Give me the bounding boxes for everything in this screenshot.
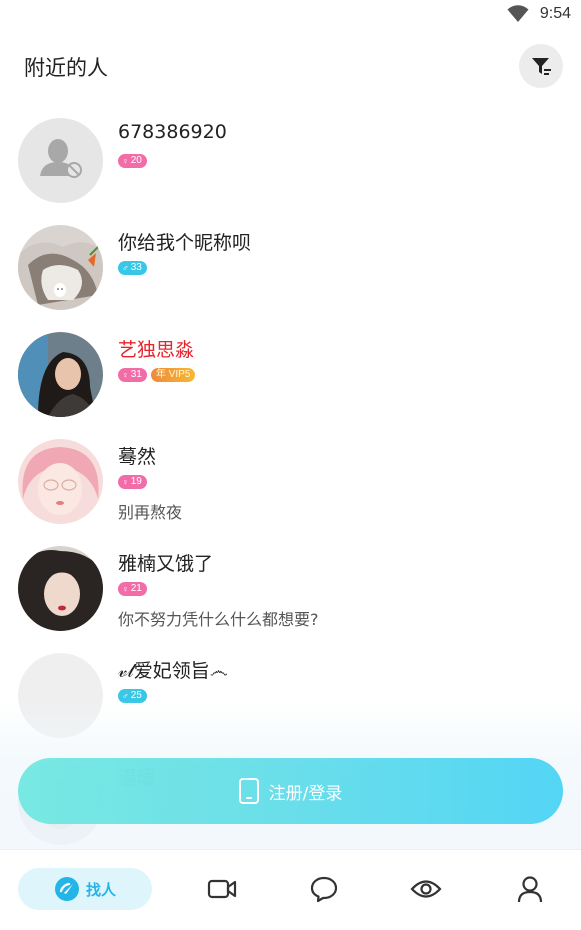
avatar[interactable]	[18, 439, 103, 524]
user-row[interactable]: 艺独思淼 ♀ 31 年 VIP5	[0, 322, 581, 429]
user-tags: ♀ 20	[118, 154, 147, 168]
page-title: 附近的人	[24, 56, 108, 80]
gender-age-badge: ♀ 19	[118, 475, 147, 489]
phone-icon	[238, 778, 259, 804]
female-icon: ♀	[122, 584, 129, 594]
user-name: 雅楠又饿了	[118, 553, 214, 575]
user-name: 蓦然	[118, 446, 157, 468]
male-icon: ♂	[122, 263, 129, 273]
avatar[interactable]	[18, 118, 103, 203]
age-value: 31	[130, 369, 142, 380]
avatar[interactable]	[18, 332, 103, 417]
profile-icon	[517, 876, 543, 903]
female-icon: ♀	[122, 156, 129, 166]
avatar-image	[18, 439, 103, 524]
gender-age-badge: ♀ 20	[118, 154, 147, 168]
status-time: 9:54	[539, 5, 571, 22]
wifi-icon	[507, 5, 529, 22]
tab-find-people-label: 找人	[85, 880, 116, 899]
video-icon	[207, 879, 237, 899]
age-value: 33	[130, 262, 142, 273]
avatar[interactable]	[18, 546, 103, 631]
filter-button[interactable]	[519, 44, 563, 88]
chat-bubble-icon	[310, 876, 338, 903]
find-people-icon	[54, 877, 79, 901]
user-row[interactable]: 678386920 ♀ 20	[0, 108, 581, 215]
avatar-image	[18, 546, 103, 631]
user-tags: ♀ 21	[118, 582, 147, 596]
user-signature: 别再熬夜	[118, 503, 183, 522]
user-signature: 你不努力凭什么什么都想要?	[118, 610, 319, 629]
user-name: 艺独思淼	[118, 339, 195, 361]
user-tags: ♂ 33	[118, 261, 147, 275]
age-value: 19	[130, 476, 142, 487]
tab-messages[interactable]	[302, 868, 346, 910]
user-row[interactable]: 你给我个昵称呗 ♂ 33	[0, 215, 581, 322]
register-login-button[interactable]: 注册/登录	[18, 758, 563, 824]
bottom-nav: 找人	[0, 849, 581, 930]
user-row[interactable]: 雅楠又饿了 ♀ 21 你不努力凭什么什么都想要?	[0, 536, 581, 643]
gender-age-badge: ♀ 21	[118, 582, 147, 596]
filter-icon	[532, 58, 551, 75]
eye-icon	[410, 880, 442, 898]
page-header: 附近的人	[0, 44, 581, 90]
user-name: 678386920	[118, 121, 227, 143]
user-name: 你给我个昵称呗	[118, 232, 252, 254]
user-tags: ♀ 19	[118, 475, 147, 489]
user-row[interactable]: 蓦然 ♀ 19 别再熬夜	[0, 429, 581, 536]
tab-discover[interactable]	[404, 868, 448, 910]
gender-age-badge: ♀ 31	[118, 368, 147, 382]
tab-find-people[interactable]: 找人	[18, 868, 152, 910]
vip-badge: 年 VIP5	[150, 368, 196, 382]
tab-profile[interactable]	[508, 868, 552, 910]
avatar-image	[18, 332, 103, 417]
age-value: 20	[130, 155, 142, 166]
user-name: 𝓋𝓁爱妃领旨෴	[118, 660, 228, 682]
default-avatar-icon	[18, 118, 103, 203]
female-icon: ♀	[122, 370, 129, 380]
tab-video[interactable]	[200, 868, 244, 910]
user-tags: ♀ 31 年 VIP5	[118, 368, 196, 382]
status-bar: 9:54	[0, 0, 581, 30]
gender-age-badge: ♂ 33	[118, 261, 147, 275]
avatar-image	[18, 225, 103, 310]
avatar[interactable]	[18, 225, 103, 310]
register-login-label: 注册/登录	[268, 783, 343, 804]
age-value: 21	[130, 583, 142, 594]
female-icon: ♀	[122, 477, 129, 487]
